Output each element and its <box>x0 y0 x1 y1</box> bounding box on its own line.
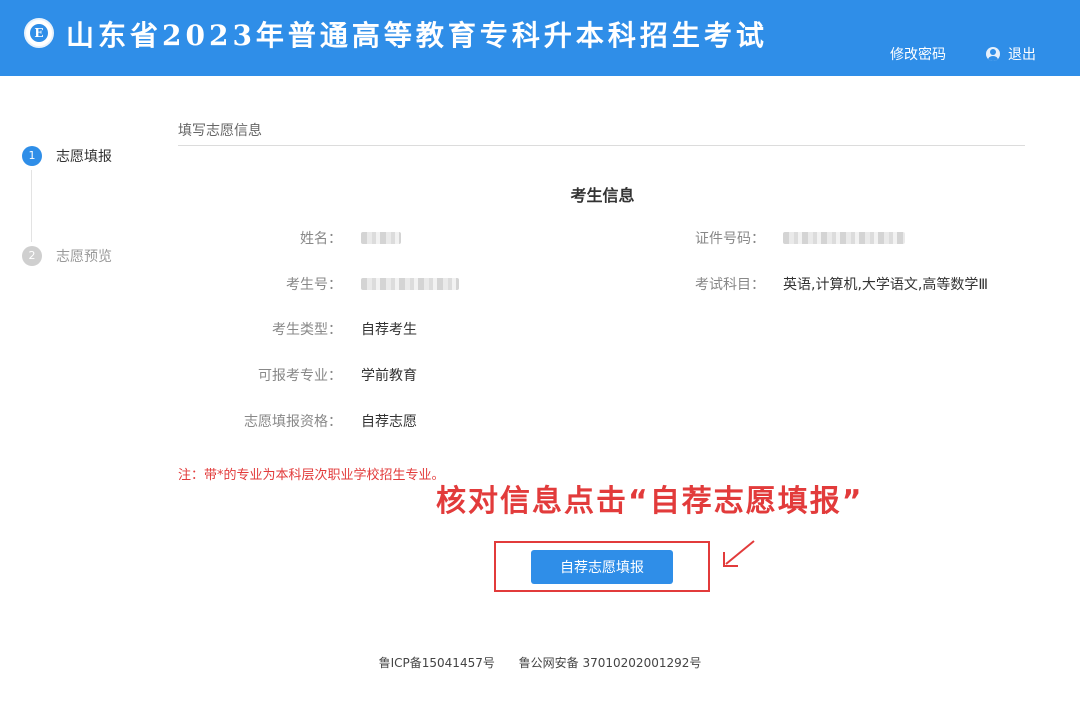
step-label: 志愿填报 <box>56 149 112 165</box>
exam-subjects-value: 英语,计算机,大学语文,高等数学Ⅲ <box>783 277 989 293</box>
candidate-type-label: 考生类型： <box>272 322 342 338</box>
step-number: 1 <box>22 146 42 166</box>
id-number-label: 证件号码： <box>695 231 765 247</box>
police-record[interactable]: 鲁公网安备 37010202001292号 <box>519 656 702 670</box>
instruction-annotation: 核对信息点击“自荐志愿填报” <box>436 484 864 519</box>
qualification-value: 自荐志愿 <box>361 414 417 430</box>
logo-icon: E <box>24 18 54 48</box>
section-title: 填写志愿信息 <box>178 123 262 139</box>
step-fill-volunteer[interactable]: 1 志愿填报 <box>22 146 112 166</box>
exam-subjects-label: 考试科目： <box>695 277 765 293</box>
step-connector <box>31 170 32 242</box>
site-title: 山东省2023年普通高等教育专科升本科招生考试 <box>66 19 768 52</box>
qualification-label: 志愿填报资格： <box>244 414 342 430</box>
footer: 鲁ICP备15041457号 鲁公网安备 37010202001292号 <box>0 654 1080 671</box>
id-number-value-redacted <box>783 232 905 244</box>
user-icon <box>986 47 1000 61</box>
section-divider <box>178 145 1025 146</box>
change-password-link[interactable]: 修改密码 <box>890 44 946 64</box>
self-recommend-submit-button[interactable]: 自荐志愿填报 <box>531 550 673 584</box>
icp-record[interactable]: 鲁ICP备15041457号 <box>379 656 495 670</box>
exam-number-label: 考生号： <box>286 277 342 293</box>
name-value-redacted <box>361 232 401 244</box>
candidate-type-value: 自荐考生 <box>361 322 417 338</box>
panel-title: 考生信息 <box>570 186 635 205</box>
step-label: 志愿预览 <box>56 249 112 265</box>
arrow-icon <box>723 540 755 567</box>
top-header: E 山东省2023年普通高等教育专科升本科招生考试 修改密码 退出 <box>0 0 1080 76</box>
major-note: 注：带*的专业为本科层次职业学校招生专业。 <box>178 468 445 483</box>
logout-label: 退出 <box>1008 47 1036 63</box>
logout-button[interactable]: 退出 <box>986 44 1036 64</box>
step-preview-volunteer[interactable]: 2 志愿预览 <box>22 246 112 266</box>
exam-number-value-redacted <box>361 278 459 290</box>
name-label: 姓名： <box>300 231 342 247</box>
eligible-major-label: 可报考专业： <box>258 368 342 384</box>
step-number: 2 <box>22 246 42 266</box>
eligible-major-value: 学前教育 <box>361 368 417 384</box>
